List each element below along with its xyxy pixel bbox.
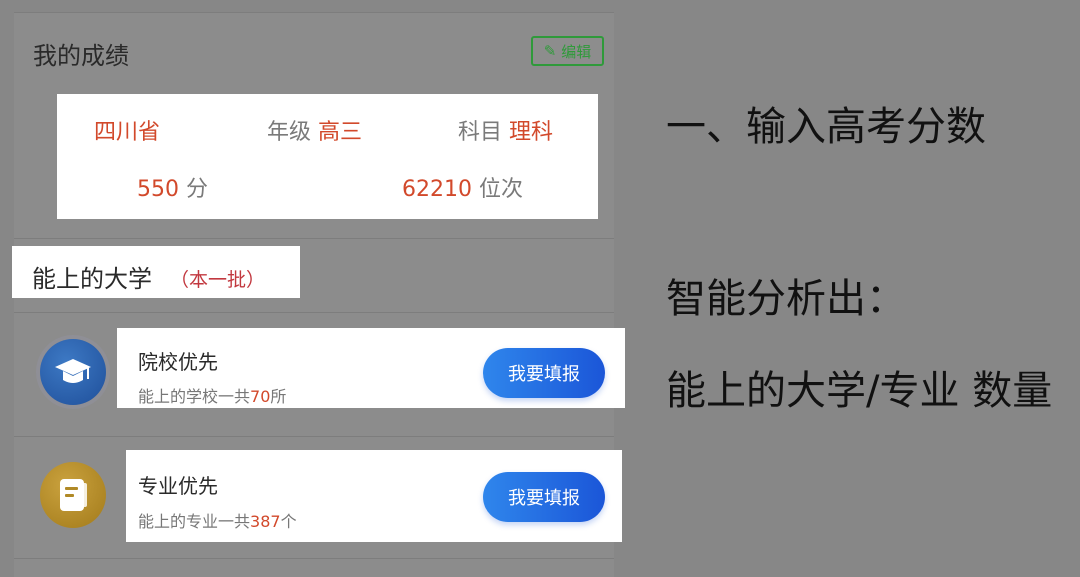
graduation-cap-icon bbox=[40, 339, 106, 405]
divider bbox=[14, 312, 614, 313]
edit-button[interactable]: ✎ 编辑 bbox=[531, 36, 604, 66]
annotation-step1: 一、输入高考分数 bbox=[666, 104, 986, 150]
divider bbox=[14, 558, 614, 559]
grade-label: 年级 bbox=[267, 120, 312, 145]
divider bbox=[14, 12, 614, 13]
universities-title: 能上的大学 bbox=[32, 265, 152, 293]
subject-value: 理科 bbox=[509, 120, 554, 145]
subject: 科目 理科 bbox=[458, 114, 553, 146]
score-unit: 分 bbox=[186, 177, 209, 202]
province: 四川省 bbox=[94, 120, 161, 145]
grade-value: 高三 bbox=[318, 120, 363, 145]
app-root: 我的成绩 ✎ 编辑 四川省 年级 高三 科目 理科 550 分 62210 位次… bbox=[0, 0, 1080, 577]
rank-value: 62210 bbox=[402, 177, 472, 202]
batch-label: （本一批） bbox=[170, 269, 266, 291]
annotation-step2: 智能分析出： bbox=[666, 276, 906, 322]
major-count: 387 bbox=[250, 512, 281, 531]
grade: 年级 高三 bbox=[267, 114, 362, 146]
option-desc: 能上的学校一共70所 bbox=[138, 387, 287, 406]
fill-in-button[interactable]: 我要填报 bbox=[483, 348, 605, 398]
divider bbox=[14, 238, 614, 239]
subject-label: 科目 bbox=[458, 120, 503, 145]
option-desc: 能上的专业一共387个 bbox=[138, 512, 297, 531]
annotation-step3: 能上的大学/专业 数量 bbox=[666, 368, 1053, 414]
major-priority-card[interactable]: 专业优先 能上的专业一共387个 我要填报 bbox=[126, 450, 622, 542]
pencil-icon: ✎ bbox=[543, 42, 557, 60]
score: 550 分 bbox=[137, 171, 208, 203]
score-value: 550 bbox=[137, 177, 179, 202]
option-title: 院校优先 bbox=[138, 350, 218, 374]
school-count: 70 bbox=[250, 387, 271, 406]
universities-header: 能上的大学 （本一批） bbox=[12, 246, 300, 298]
rank: 62210 位次 bbox=[402, 171, 523, 203]
school-priority-card[interactable]: 院校优先 能上的学校一共70所 我要填报 bbox=[117, 328, 625, 408]
book-icon bbox=[40, 462, 106, 528]
option-title: 专业优先 bbox=[138, 474, 218, 498]
rank-unit: 位次 bbox=[479, 177, 524, 202]
score-card: 四川省 年级 高三 科目 理科 550 分 62210 位次 bbox=[57, 94, 598, 219]
my-scores-title: 我的成绩 bbox=[33, 42, 129, 70]
edit-label: 编辑 bbox=[561, 42, 592, 61]
fill-in-button[interactable]: 我要填报 bbox=[483, 472, 605, 522]
divider bbox=[14, 436, 614, 437]
